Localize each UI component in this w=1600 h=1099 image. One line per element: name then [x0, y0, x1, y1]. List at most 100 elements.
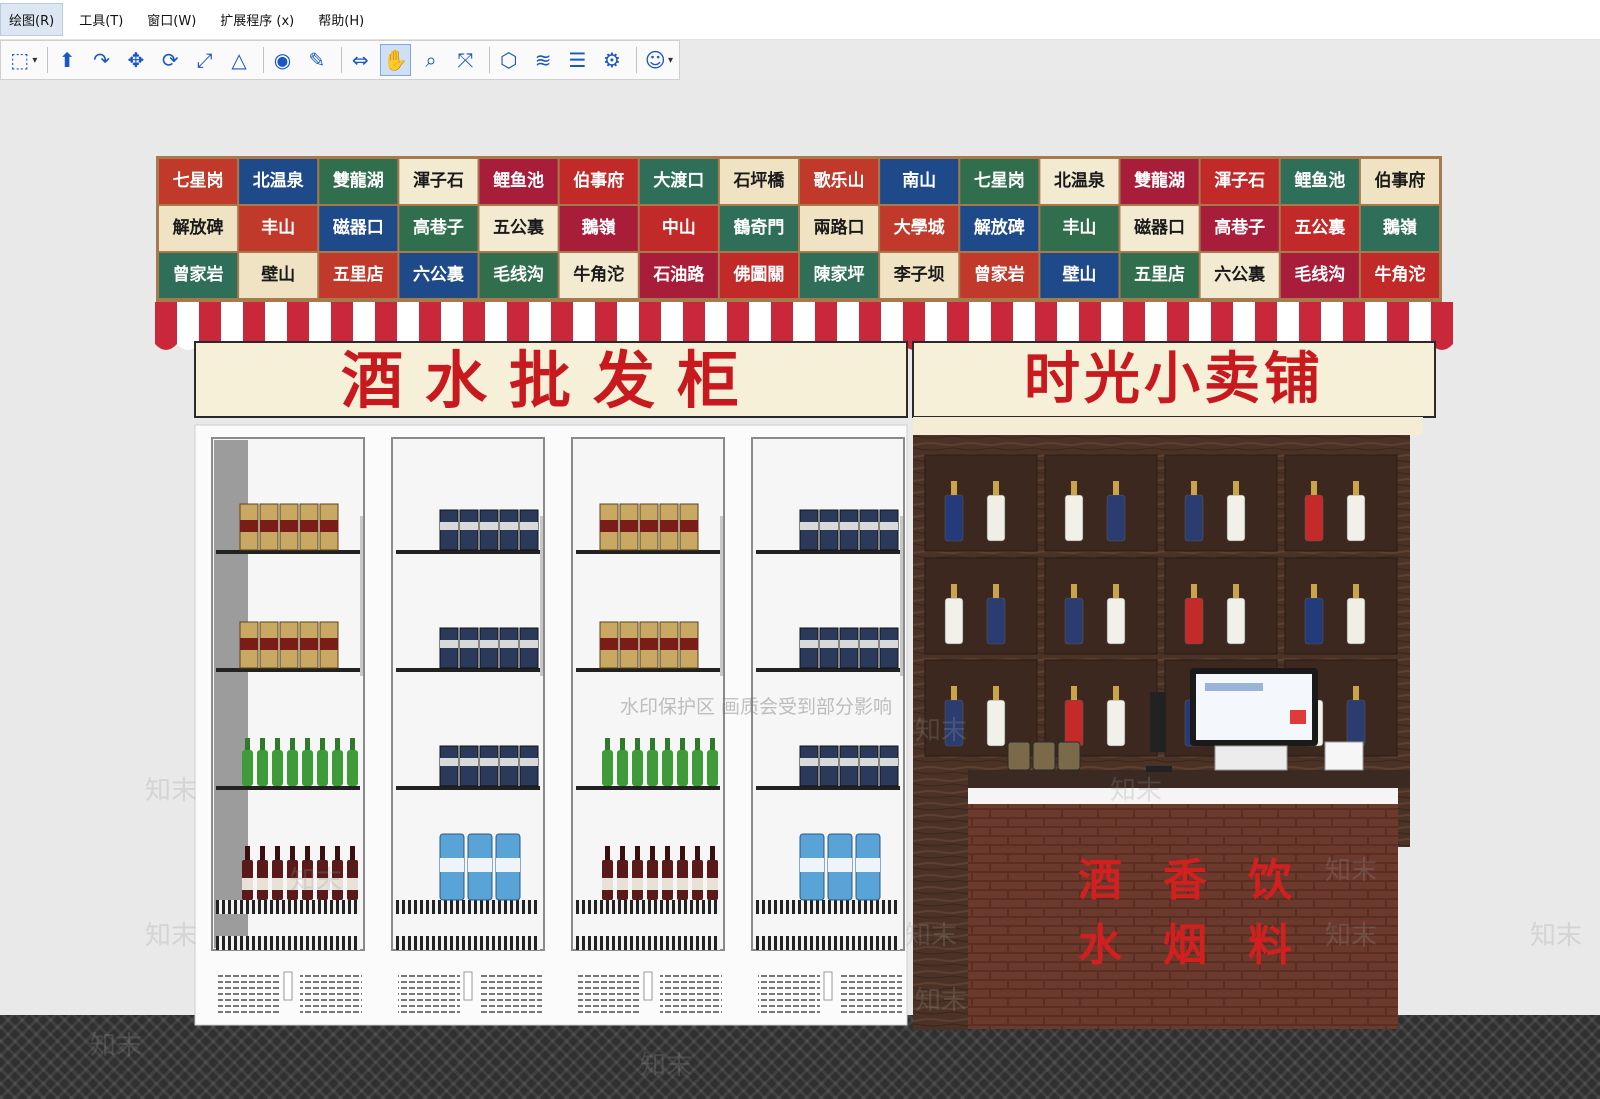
beer-can-label — [660, 638, 678, 650]
awning-stripe — [1101, 302, 1123, 344]
bottle-neck — [635, 738, 640, 750]
pan-icon[interactable]: ✋ — [379, 44, 412, 76]
shelf-cell — [1284, 557, 1398, 655]
signboard-tile-label: 渾子石 — [1214, 171, 1265, 191]
watermark: 知末 — [1110, 776, 1163, 806]
bottle-cap — [993, 686, 999, 700]
warehouse-icon[interactable]: ⬡ — [494, 45, 523, 75]
awning-stripe — [1387, 302, 1409, 344]
toolbar-separator — [262, 47, 264, 73]
bottle-neck — [620, 846, 625, 860]
bottle-label — [647, 878, 658, 890]
menu-item-2[interactable]: 窗口(W) — [139, 4, 204, 35]
fridge-wire-shelf — [216, 936, 360, 950]
follow-me-icon[interactable]: ↷ — [87, 45, 116, 75]
bottle-cap — [993, 584, 999, 598]
bottle-neck — [305, 846, 310, 860]
fridge-wire-shelf — [576, 936, 720, 950]
menu-item-1[interactable]: 工具(T) — [71, 4, 131, 35]
bottle-label — [602, 878, 613, 890]
awning-stripe — [991, 302, 1013, 344]
bottle-cap — [1113, 686, 1119, 700]
account-icon[interactable]: ☺ — [641, 45, 670, 75]
bottle-cap — [1113, 481, 1119, 495]
awning-stripe — [551, 302, 573, 344]
rotate-icon[interactable]: ⟳ — [156, 45, 185, 75]
signboard-tile-label: 雙龍湖 — [333, 170, 384, 191]
bottle-neck — [665, 846, 670, 860]
awning-stripe — [529, 302, 551, 344]
bottle-label — [272, 878, 283, 890]
push-pull-icon[interactable]: ⬆ — [52, 45, 81, 75]
counter-label-char: 酒 — [1078, 855, 1122, 906]
tape-measure-icon[interactable]: ◉ — [268, 45, 297, 75]
beer-can-band — [460, 758, 478, 766]
fridge-shelf — [756, 550, 900, 554]
bottle-neck — [350, 738, 355, 750]
bottle-neck — [710, 738, 715, 750]
awning-stripe — [375, 302, 397, 344]
fridge-vent — [300, 975, 362, 1013]
bottle-cap — [1233, 584, 1239, 598]
chevron-down-icon[interactable]: ▾ — [668, 55, 673, 66]
beer-can-label — [320, 638, 338, 650]
beer-can-band — [820, 640, 838, 648]
counter-edge — [968, 788, 1398, 804]
scale-icon[interactable]: ⤢ — [190, 45, 219, 75]
bottle-neck — [680, 846, 685, 860]
orbit-icon[interactable]: ⇔ — [346, 45, 375, 75]
awning-stripe — [1189, 302, 1211, 344]
counter-label-char: 香 — [1163, 855, 1207, 906]
beer-can-label — [620, 638, 638, 650]
liquor-bottle — [1304, 494, 1324, 542]
bottle-neck — [320, 738, 325, 750]
counter-label-char: 料 — [1248, 920, 1292, 971]
awning-stripe — [221, 302, 243, 344]
signboard-tile-label: 壁山 — [1062, 264, 1096, 285]
signboard-tile-label: 鵝嶺 — [582, 217, 616, 238]
beer-can-label — [240, 520, 258, 532]
paint-bucket-icon[interactable]: ✎ — [302, 45, 331, 75]
awning-stripe — [771, 302, 793, 344]
shelf-cell — [924, 454, 1038, 552]
fridge-shelf — [216, 668, 360, 672]
layers-icon[interactable]: ☰ — [563, 45, 592, 75]
menu-item-0[interactable]: 绘图(R) — [0, 3, 64, 36]
fridge-vent — [398, 975, 460, 1013]
shelf-cell — [1284, 454, 1398, 552]
signboard-tile-label: 鲤鱼池 — [1293, 170, 1345, 191]
signboard-tile-label: 北温泉 — [1054, 170, 1106, 191]
menu-item-4[interactable]: 帮助(H) — [310, 4, 372, 35]
offset-icon[interactable]: △ — [224, 45, 253, 75]
fridge-latch — [643, 971, 653, 1001]
beer-can-band — [880, 758, 898, 766]
zoom-extents-icon[interactable]: ⤧ — [451, 45, 480, 75]
styles-icon[interactable]: ⚙ — [597, 45, 626, 75]
extension-icon[interactable]: ≋ — [528, 45, 557, 75]
signboard-tile-label: 五里店 — [1134, 264, 1185, 285]
move-icon[interactable]: ✥ — [121, 45, 150, 75]
awning-stripe — [507, 302, 529, 344]
awning-stripe — [727, 302, 749, 344]
chevron-down-icon[interactable]: ▾ — [32, 55, 37, 66]
zoom-icon[interactable]: ⌕ — [416, 45, 445, 75]
fridge-wire-shelf — [396, 900, 540, 914]
fridge-wire-shelf — [216, 900, 360, 914]
select-icon[interactable]: ⬚ — [5, 45, 34, 75]
menu-item-3[interactable]: 扩展程序 (x) — [212, 4, 302, 35]
watermark: 知末 — [145, 921, 198, 951]
bottle-neck — [335, 846, 340, 860]
beer-can-band — [880, 640, 898, 648]
bottle-label — [662, 878, 673, 890]
liquor-bottle — [1106, 699, 1126, 747]
awning-stripe — [1079, 302, 1101, 344]
signboard-tile-label: 曾家岩 — [173, 264, 224, 285]
awning-stripe — [793, 302, 815, 344]
awning-stripe — [1123, 302, 1145, 344]
beer-can-band — [840, 640, 858, 648]
shelf-cell — [1164, 454, 1278, 552]
beer-can-band — [800, 640, 818, 648]
counter-label-char: 水 — [1078, 920, 1123, 971]
model-viewport[interactable]: 七星岗 北温泉 雙龍湖 渾子石 鲤鱼池 伯事府 大渡口 石坪橋 歌乐山 南山 七星岗 北温泉 雙龍湖 渾子… — [0, 80, 1600, 1099]
signboard-tile-label: 石坪橋 — [732, 170, 785, 191]
